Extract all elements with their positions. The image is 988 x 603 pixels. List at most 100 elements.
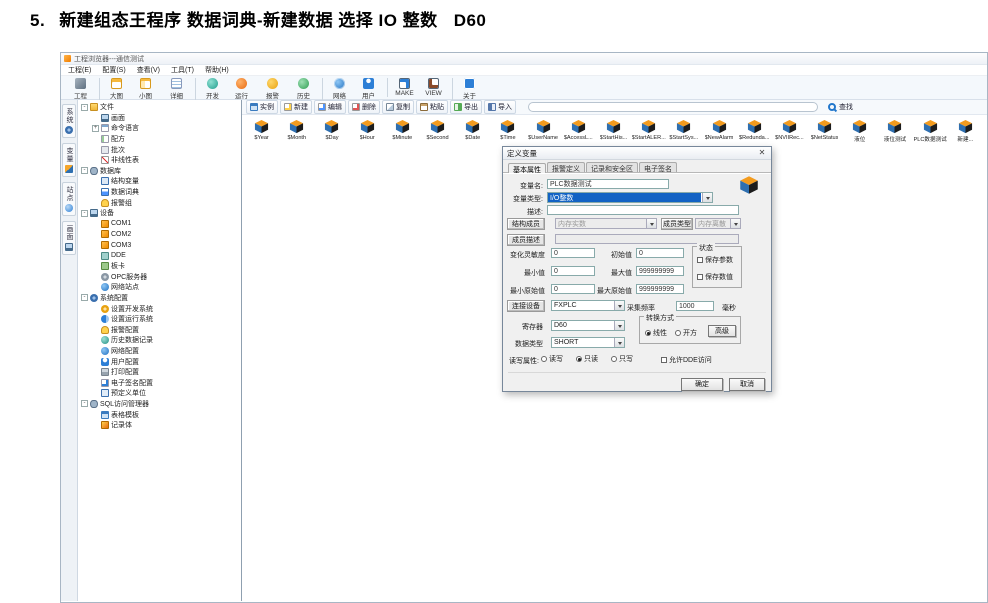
convert-radio-option[interactable]: 线性 [645, 328, 667, 338]
tree-item[interactable]: - 设备 [78, 208, 241, 219]
dictionary-toolbar-button[interactable]: 导入 [484, 100, 516, 114]
close-icon[interactable]: ✕ [757, 148, 767, 158]
tree-expander-icon[interactable] [92, 326, 99, 333]
description-input[interactable] [547, 205, 739, 215]
toolbar-button[interactable]: 小图 [130, 78, 161, 100]
variable-item[interactable]: $Time [490, 119, 525, 143]
tree-expander-icon[interactable] [92, 284, 99, 291]
toolbar-button[interactable]: 历史 [288, 78, 319, 100]
dialog-titlebar[interactable]: 定义变量 ✕ [503, 147, 771, 160]
variable-item[interactable]: $StartSys... [666, 119, 701, 143]
window-titlebar[interactable]: 工程浏览器---通信测试 [61, 53, 987, 65]
toolbar-button[interactable]: 网络 [322, 78, 353, 100]
tree-item[interactable]: 网络站点 [78, 282, 241, 293]
tree-item[interactable]: 表格模板 [78, 409, 241, 420]
tree-item[interactable]: 预定义单位 [78, 388, 241, 399]
toolbar-button[interactable]: 用户 [353, 78, 384, 100]
tree-item[interactable]: 电子签名配置 [78, 377, 241, 388]
variable-item[interactable]: PLC数据测试 [913, 119, 948, 143]
toolbar-button[interactable]: 开发 [195, 78, 226, 100]
tree-item[interactable]: 结构变量 [78, 176, 241, 187]
toolbar-button[interactable]: 报警 [257, 78, 288, 100]
dictionary-toolbar-button[interactable]: 导出 [450, 100, 482, 114]
variable-item[interactable]: $Year [244, 119, 279, 143]
member-type-button[interactable]: 成员类型 [661, 218, 693, 230]
dictionary-toolbar-button[interactable]: 复制 [382, 100, 414, 114]
tree-item[interactable]: 配方 [78, 134, 241, 145]
initial-value-input[interactable]: 0 [636, 248, 684, 258]
menu-item[interactable]: 查看(V) [137, 65, 160, 75]
toolbar-button[interactable]: MAKE [387, 78, 418, 97]
member-type-combo[interactable]: 内存离散 [695, 218, 741, 229]
tree-expander-icon[interactable] [92, 305, 99, 312]
tree-expander-icon[interactable] [92, 316, 99, 323]
convert-radio-option[interactable]: 开方 [675, 328, 697, 338]
tree-expander-icon[interactable] [92, 379, 99, 386]
tree-item[interactable]: DDE [78, 250, 241, 261]
variable-item[interactable]: $StartALER... [631, 119, 666, 143]
tree-item[interactable]: 网络配置 [78, 346, 241, 357]
tree-expander-icon[interactable] [92, 369, 99, 376]
tree-expander-icon[interactable] [92, 358, 99, 365]
menu-item[interactable]: 工程(E) [68, 65, 91, 75]
tree-item[interactable]: - 文件 [78, 102, 241, 113]
cancel-button[interactable]: 取消 [729, 378, 765, 391]
variable-item[interactable]: $Day [314, 119, 349, 143]
tree-item[interactable]: 板卡 [78, 261, 241, 272]
variable-item[interactable]: 新建... [948, 119, 983, 143]
struct-member-button[interactable]: 结构成员 [507, 218, 545, 230]
variable-item[interactable]: 液位 [842, 119, 877, 143]
tree-item[interactable]: - 数据库 [78, 166, 241, 177]
ok-button[interactable]: 确定 [681, 378, 723, 391]
tree-expander-icon[interactable] [92, 263, 99, 270]
tree-expander-icon[interactable] [92, 114, 99, 121]
max-value-input[interactable]: 999999999 [636, 266, 684, 276]
tree-item[interactable]: 报警配置 [78, 324, 241, 335]
tree-item[interactable]: 批次 [78, 144, 241, 155]
variable-item[interactable]: $UserName [526, 119, 561, 143]
tree-expander-icon[interactable]: + [92, 125, 99, 132]
tree-item[interactable]: 用户配置 [78, 356, 241, 367]
variable-item[interactable]: $Minute [385, 119, 420, 143]
search-button[interactable]: 查找 [828, 102, 853, 112]
variable-type-combo[interactable]: I/O整数 [547, 192, 713, 203]
tree-expander-icon[interactable] [92, 337, 99, 344]
variable-item[interactable]: $Date [455, 119, 490, 143]
variable-item[interactable]: $AccessL... [561, 119, 596, 143]
tree-item[interactable]: 记录体 [78, 420, 241, 431]
tree-expander-icon[interactable]: - [81, 294, 88, 301]
tree-expander-icon[interactable]: - [81, 104, 88, 111]
rw-radio-option[interactable]: 只写 [611, 354, 633, 364]
variable-item[interactable]: $NVIIRec... [772, 119, 807, 143]
struct-member-combo[interactable]: 内存实数 [555, 218, 657, 229]
menu-item[interactable]: 工具(T) [171, 65, 194, 75]
variable-item[interactable]: $StartHis... [596, 119, 631, 143]
advanced-button[interactable]: 高级 [708, 325, 736, 337]
dictionary-toolbar-button[interactable]: 新建 [280, 100, 312, 114]
menu-item[interactable]: 帮助(H) [205, 65, 229, 75]
tree-expander-icon[interactable]: - [81, 167, 88, 174]
tree-expander-icon[interactable] [92, 178, 99, 185]
variable-item[interactable]: $Redunda... [737, 119, 772, 143]
sidebar-tab[interactable]: 站点 [62, 182, 76, 216]
datatype-combo[interactable]: SHORT [551, 337, 625, 348]
tree-item[interactable]: 数据词典 [78, 187, 241, 198]
rw-radio-option[interactable]: 只读 [576, 354, 598, 364]
rw-radio-option[interactable]: 读写 [541, 354, 563, 364]
member-desc-button[interactable]: 成员描述 [507, 234, 545, 246]
search-input[interactable] [528, 102, 818, 112]
tree-expander-icon[interactable] [92, 422, 99, 429]
tree-item[interactable]: OPC服务器 [78, 272, 241, 283]
tree-expander-icon[interactable]: - [81, 210, 88, 217]
register-combo[interactable]: D60 [551, 320, 625, 331]
dictionary-toolbar-button[interactable]: 删除 [348, 100, 380, 114]
tree-expander-icon[interactable] [92, 273, 99, 280]
connect-device-button[interactable]: 连接设备 [507, 300, 545, 312]
tree-item[interactable]: + 命令语言 [78, 123, 241, 134]
tree-expander-icon[interactable] [92, 136, 99, 143]
tree-expander-icon[interactable] [92, 390, 99, 397]
sidebar-tab[interactable]: 画面 [62, 221, 76, 255]
max-raw-input[interactable]: 999999999 [636, 284, 684, 294]
toolbar-button[interactable]: 大图 [99, 78, 130, 100]
tree-expander-icon[interactable] [92, 220, 99, 227]
